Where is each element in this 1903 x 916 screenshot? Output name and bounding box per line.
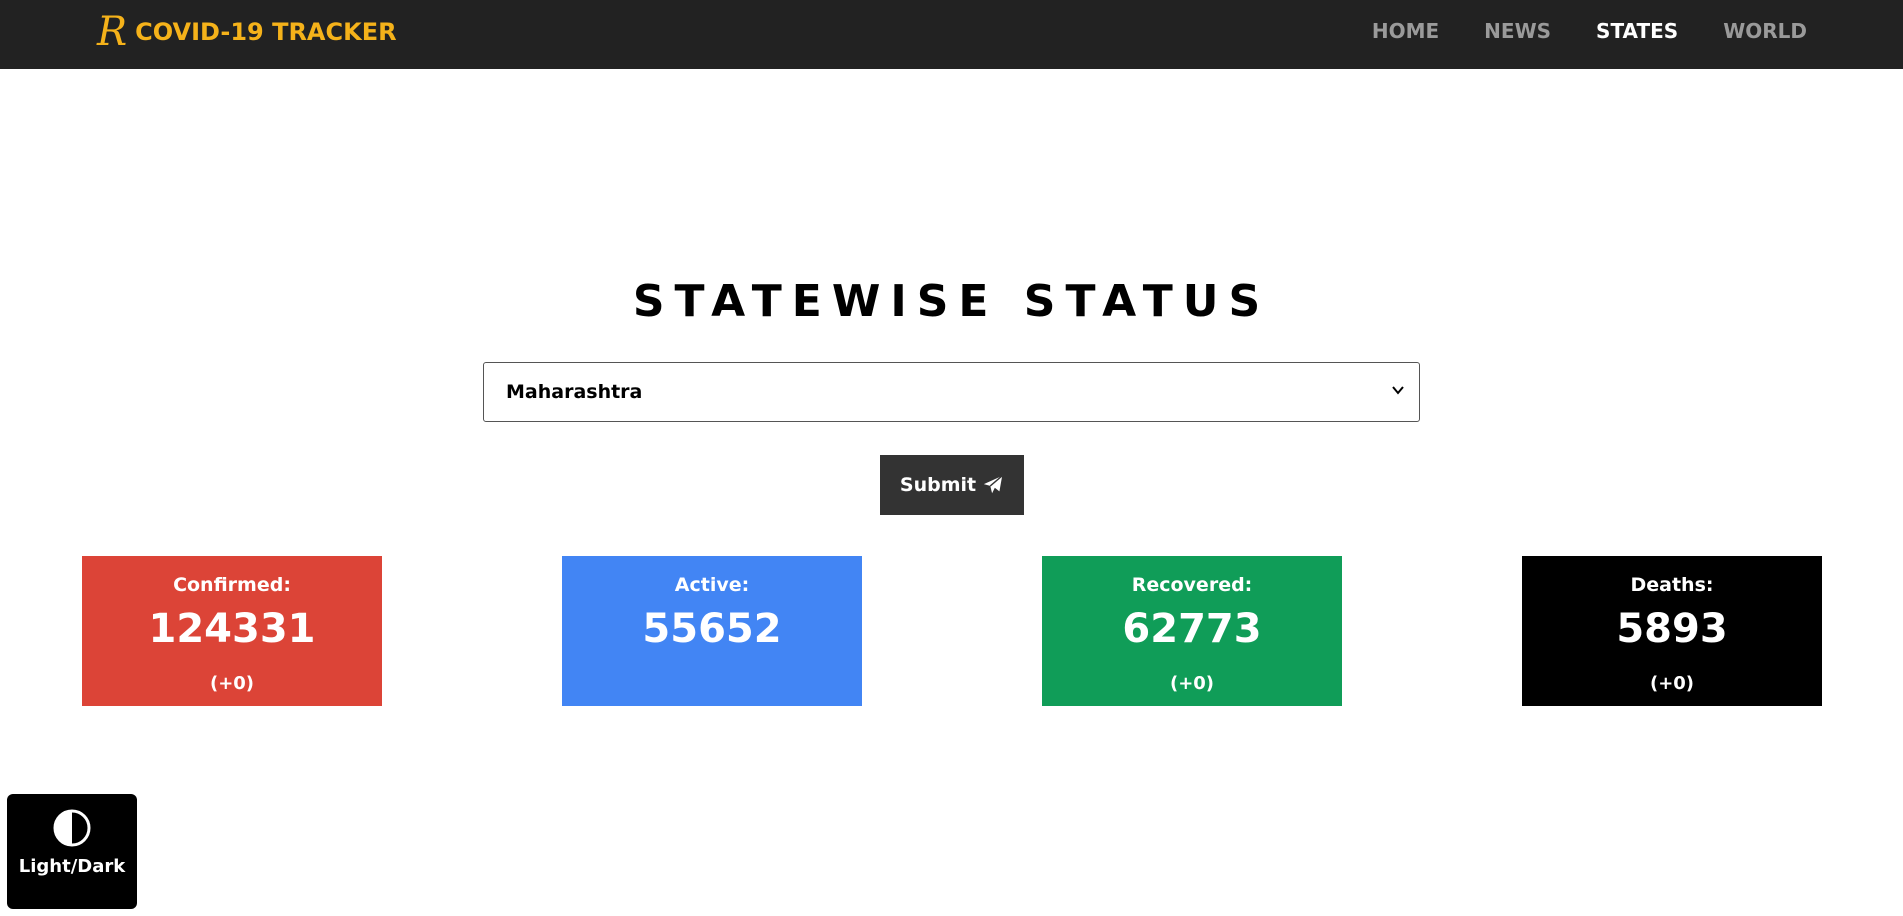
brand-link[interactable]: R COVID-19 TRACKER bbox=[97, 12, 397, 52]
recovered-label: Recovered: bbox=[1131, 574, 1253, 596]
active-label: Active: bbox=[674, 574, 750, 596]
page-title: STATEWISE STATUS bbox=[632, 276, 1271, 327]
confirmed-delta: (+0) bbox=[209, 673, 255, 694]
submit-label: Submit bbox=[899, 474, 977, 496]
chevron-down-icon bbox=[1392, 386, 1404, 395]
nav-link-news[interactable]: NEWS bbox=[1484, 19, 1551, 43]
deaths-delta: (+0) bbox=[1649, 673, 1695, 694]
recovered-card: Recovered: 62773 (+0) bbox=[1042, 556, 1342, 706]
deaths-card: Deaths: 5893 (+0) bbox=[1522, 556, 1822, 706]
theme-toggle-label: Light/Dark bbox=[18, 856, 126, 877]
nav-links: HOME NEWS STATES WORLD bbox=[1372, 0, 1807, 62]
navbar: R COVID-19 TRACKER HOME NEWS STATES WORL… bbox=[0, 0, 1903, 69]
nav-link-world[interactable]: WORLD bbox=[1723, 19, 1807, 43]
deaths-label: Deaths: bbox=[1630, 574, 1714, 596]
theme-toggle-button[interactable]: Light/Dark bbox=[7, 794, 137, 909]
submit-button[interactable]: Submit bbox=[880, 455, 1024, 515]
state-select-value: Maharashtra bbox=[506, 381, 643, 403]
deaths-value: 5893 bbox=[1616, 606, 1728, 652]
active-value: 55652 bbox=[642, 606, 782, 652]
brand-logo-icon: R bbox=[97, 9, 128, 55]
paper-plane-icon bbox=[983, 475, 1003, 494]
confirmed-value: 124331 bbox=[148, 606, 316, 652]
confirmed-label: Confirmed: bbox=[173, 574, 291, 596]
contrast-icon bbox=[53, 809, 91, 847]
active-card: Active: 55652 bbox=[562, 556, 862, 706]
brand-title: COVID-19 TRACKER bbox=[135, 18, 397, 46]
recovered-value: 62773 bbox=[1122, 606, 1262, 652]
nav-link-states[interactable]: STATES bbox=[1596, 19, 1678, 43]
confirmed-card: Confirmed: 124331 (+0) bbox=[82, 556, 382, 706]
state-select[interactable]: Maharashtra bbox=[483, 362, 1420, 422]
recovered-delta: (+0) bbox=[1169, 673, 1215, 694]
nav-link-home[interactable]: HOME bbox=[1372, 19, 1439, 43]
